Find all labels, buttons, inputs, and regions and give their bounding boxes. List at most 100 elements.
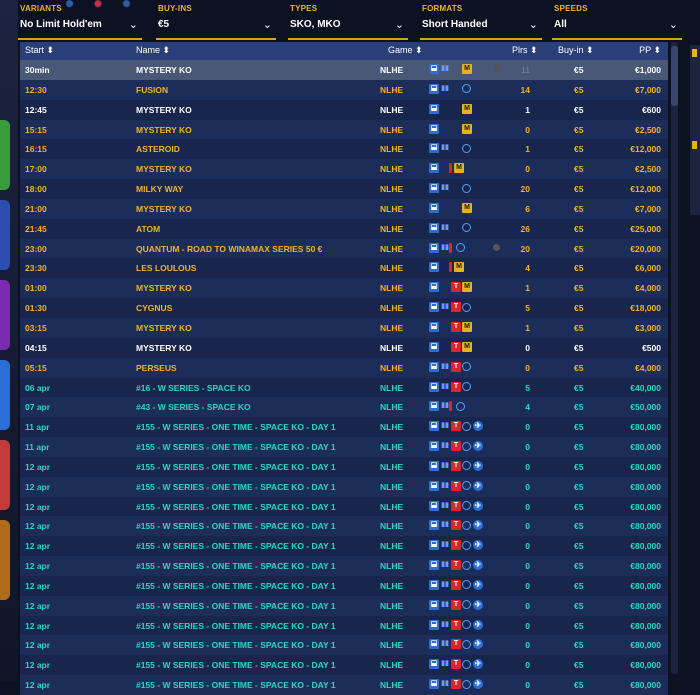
types-filter[interactable]: TYPES SKO, MKO ⌄ bbox=[288, 0, 408, 40]
table-row[interactable]: 30min MYSTERY KO NLHE 11 €5 €1,000 ⬓ ▮▮ M bbox=[20, 60, 668, 80]
table-row[interactable]: 05:15 PERSEUS NLHE 0 €5 €4,000 ⬓ ▮▮ T bbox=[20, 357, 668, 378]
table-row[interactable]: 16:15 ASTEROID NLHE 1 €5 €12,000 ⬓ ▮▮ bbox=[20, 139, 668, 160]
table-row[interactable]: 23:00 QUANTUM - ROAD TO WINAMAX SERIES 50… bbox=[20, 238, 668, 259]
name-cell: #155 - W SERIES - ONE TIME - SPACE KO - … bbox=[136, 521, 336, 532]
table-row[interactable]: 12 apr #155 - W SERIES - ONE TIME - SPACE… bbox=[20, 536, 668, 557]
buyin-column-header[interactable]: Buy-in ⬍ bbox=[558, 45, 594, 56]
table-row[interactable]: 18:00 MILKY WAY NLHE 20 €5 €12,000 ⬓ ▮▮ bbox=[20, 179, 668, 199]
formats-filter[interactable]: FORMATS Short Handed ⌄ bbox=[420, 0, 542, 40]
blind-icon: ⬓ bbox=[429, 222, 439, 233]
ko-orbit-icon bbox=[462, 302, 471, 312]
table-row[interactable]: 12 apr #155 - W SERIES - ONE TIME - SPACE… bbox=[20, 556, 668, 576]
pp-cell: €40,000 bbox=[630, 382, 661, 393]
game-cell: NLHE bbox=[380, 223, 404, 234]
table-row[interactable]: 17:00 MYSTERY KO NLHE 0 €5 €2,500 ⬓ M bbox=[20, 159, 668, 180]
table-row[interactable]: 11 apr #155 - W SERIES - ONE TIME - SPACE… bbox=[20, 417, 668, 438]
start-cell: 11 apr bbox=[25, 442, 50, 453]
name-cell: CYGNUS bbox=[136, 303, 173, 314]
table-row[interactable]: 15:15 MYSTERY KO NLHE 0 €5 €2,500 ⬓ M bbox=[20, 119, 668, 140]
table-row[interactable]: 04:15 MYSTERY KO NLHE 0 €5 €500 ⬓ T M bbox=[20, 337, 668, 358]
game-cell: NLHE bbox=[380, 660, 404, 671]
side-tab[interactable] bbox=[0, 200, 10, 270]
speed-bars-icon: ▮▮ bbox=[441, 362, 449, 370]
start-cell: 11 apr bbox=[25, 422, 50, 433]
start-column-header[interactable]: Start ⬍ bbox=[25, 45, 54, 56]
table-row[interactable]: 12 apr #155 - W SERIES - ONE TIME - SPACE… bbox=[20, 496, 668, 517]
name-cell: #155 - W SERIES - ONE TIME - SPACE KO - … bbox=[136, 620, 336, 631]
table-row[interactable]: 12 apr #155 - W SERIES - ONE TIME - SPACE… bbox=[20, 516, 668, 537]
players-cell: 6 bbox=[525, 203, 530, 214]
ko-orbit-icon bbox=[462, 600, 471, 610]
name-cell: #155 - W SERIES - ONE TIME - SPACE KO - … bbox=[136, 541, 336, 552]
game-cell: NLHE bbox=[380, 442, 404, 453]
start-cell: 12 apr bbox=[25, 561, 51, 572]
chevron-down-icon: ⌄ bbox=[128, 19, 138, 31]
filter-bar: VARIANTS No Limit Hold'em ⌄ BUY-INS €5 ⌄… bbox=[18, 0, 682, 40]
game-cell: NLHE bbox=[380, 640, 404, 651]
speed-bars-icon: ▮▮ bbox=[441, 561, 449, 569]
ticket-icon: T bbox=[451, 460, 461, 471]
pp-cell: €4,000 bbox=[635, 362, 661, 373]
buyin-cell: €5 bbox=[574, 382, 584, 393]
table-row[interactable]: 12 apr #155 - W SERIES - ONE TIME - SPACE… bbox=[20, 655, 668, 676]
left-side-strip bbox=[0, 0, 18, 681]
table-row[interactable]: 12 apr #155 - W SERIES - ONE TIME - SPACE… bbox=[20, 635, 668, 656]
table-row[interactable]: 21:00 MYSTERY KO NLHE 6 €5 €7,000 ⬓ M bbox=[20, 198, 668, 219]
table-row[interactable]: 01:00 MYSTERY KO NLHE 1 €5 €4,000 ⬓ T M bbox=[20, 278, 668, 299]
speed-bars-icon: ▮▮ bbox=[441, 541, 449, 549]
game-cell: NLHE bbox=[380, 303, 404, 314]
right-side-panel bbox=[690, 45, 700, 215]
game-cell: NLHE bbox=[380, 144, 404, 155]
speed-bars-icon: ▮▮ bbox=[441, 481, 449, 489]
formats-value: Short Handed bbox=[422, 19, 488, 30]
buyin-cell: €5 bbox=[574, 243, 584, 254]
table-row[interactable]: 03:15 MYSTERY KO NLHE 1 €5 €3,000 ⬓ T M bbox=[20, 317, 668, 338]
game-column-header[interactable]: Game ⬍ bbox=[388, 45, 423, 56]
name-cell: #155 - W SERIES - ONE TIME - SPACE KO - … bbox=[136, 600, 336, 611]
table-row[interactable]: 23:30 LES LOULOUS NLHE 4 €5 €6,000 ⬓ M bbox=[20, 258, 668, 279]
side-tab[interactable] bbox=[0, 120, 10, 190]
side-tab[interactable] bbox=[0, 520, 10, 600]
buyin-cell: €5 bbox=[574, 223, 584, 234]
name-column-header[interactable]: Name ⬍ bbox=[136, 45, 170, 56]
table-row[interactable]: 12:45 MYSTERY KO NLHE 1 €5 €600 ⬓ M bbox=[20, 99, 668, 120]
vertical-scrollbar[interactable] bbox=[671, 42, 678, 674]
pp-cell: €25,000 bbox=[630, 223, 661, 234]
pp-cell: €6,000 bbox=[635, 263, 661, 274]
players-cell: 0 bbox=[525, 620, 530, 631]
table-row[interactable]: 12 apr #155 - W SERIES - ONE TIME - SPACE… bbox=[20, 615, 668, 636]
players-cell: 0 bbox=[525, 342, 530, 353]
ticket-icon: T bbox=[451, 500, 461, 511]
game-cell: NLHE bbox=[380, 322, 404, 333]
name-cell: #155 - W SERIES - ONE TIME - SPACE KO - … bbox=[136, 640, 336, 651]
start-cell: 12 apr bbox=[25, 461, 51, 472]
players-cell: 0 bbox=[525, 124, 530, 135]
table-row[interactable]: 12 apr #155 - W SERIES - ONE TIME - SPACE… bbox=[20, 476, 668, 497]
buyin-cell: €5 bbox=[574, 561, 584, 572]
table-row[interactable]: 21:45 ATOM NLHE 26 €5 €25,000 ⬓ ▮▮ bbox=[20, 218, 668, 239]
players-cell: 20 bbox=[520, 243, 530, 254]
players-column-header[interactable]: Plrs ⬍ bbox=[512, 45, 538, 56]
pp-column-header[interactable]: PP ⬍ bbox=[639, 45, 661, 56]
variants-filter[interactable]: VARIANTS No Limit Hold'em ⌄ bbox=[18, 0, 142, 40]
table-row[interactable]: 07 apr #43 - W SERIES - SPACE KO NLHE 4 €5 €5… bbox=[20, 397, 668, 418]
side-tab[interactable] bbox=[0, 280, 10, 350]
blind-icon: ⬓ bbox=[429, 441, 439, 452]
table-row[interactable]: 12 apr #155 - W SERIES - ONE TIME - SPACE… bbox=[20, 575, 668, 596]
side-tab[interactable] bbox=[0, 360, 10, 430]
buyins-filter[interactable]: BUY-INS €5 ⌄ bbox=[156, 0, 276, 40]
table-row[interactable]: 01:30 CYGNUS NLHE 5 €5 €18,000 ⬓ ▮▮ T bbox=[20, 298, 668, 318]
start-cell: 05:15 bbox=[25, 362, 47, 373]
table-row[interactable]: 06 apr #16 - W SERIES - SPACE KO NLHE 5 €5 €4… bbox=[20, 377, 668, 398]
scrollbar-thumb[interactable] bbox=[671, 46, 678, 106]
table-row[interactable]: 12 apr #155 - W SERIES - ONE TIME - SPACE… bbox=[20, 675, 668, 695]
name-cell: #155 - W SERIES - ONE TIME - SPACE KO - … bbox=[136, 580, 336, 591]
tournament-table: Start ⬍ Name ⬍ Game ⬍ Plrs ⬍ Buy-in ⬍ PP… bbox=[20, 42, 668, 695]
speeds-filter[interactable]: SPEEDS All ⌄ bbox=[552, 0, 682, 40]
table-row[interactable]: 12:30 FUSION NLHE 14 €5 €7,000 ⬓ ▮▮ bbox=[20, 79, 668, 100]
table-row[interactable]: 12 apr #155 - W SERIES - ONE TIME - SPACE… bbox=[20, 595, 668, 616]
ticket-icon: T bbox=[451, 381, 461, 392]
table-row[interactable]: 12 apr #155 - W SERIES - ONE TIME - SPACE… bbox=[20, 456, 668, 477]
table-row[interactable]: 11 apr #155 - W SERIES - ONE TIME - SPACE… bbox=[20, 437, 668, 457]
side-tab[interactable] bbox=[0, 440, 10, 510]
